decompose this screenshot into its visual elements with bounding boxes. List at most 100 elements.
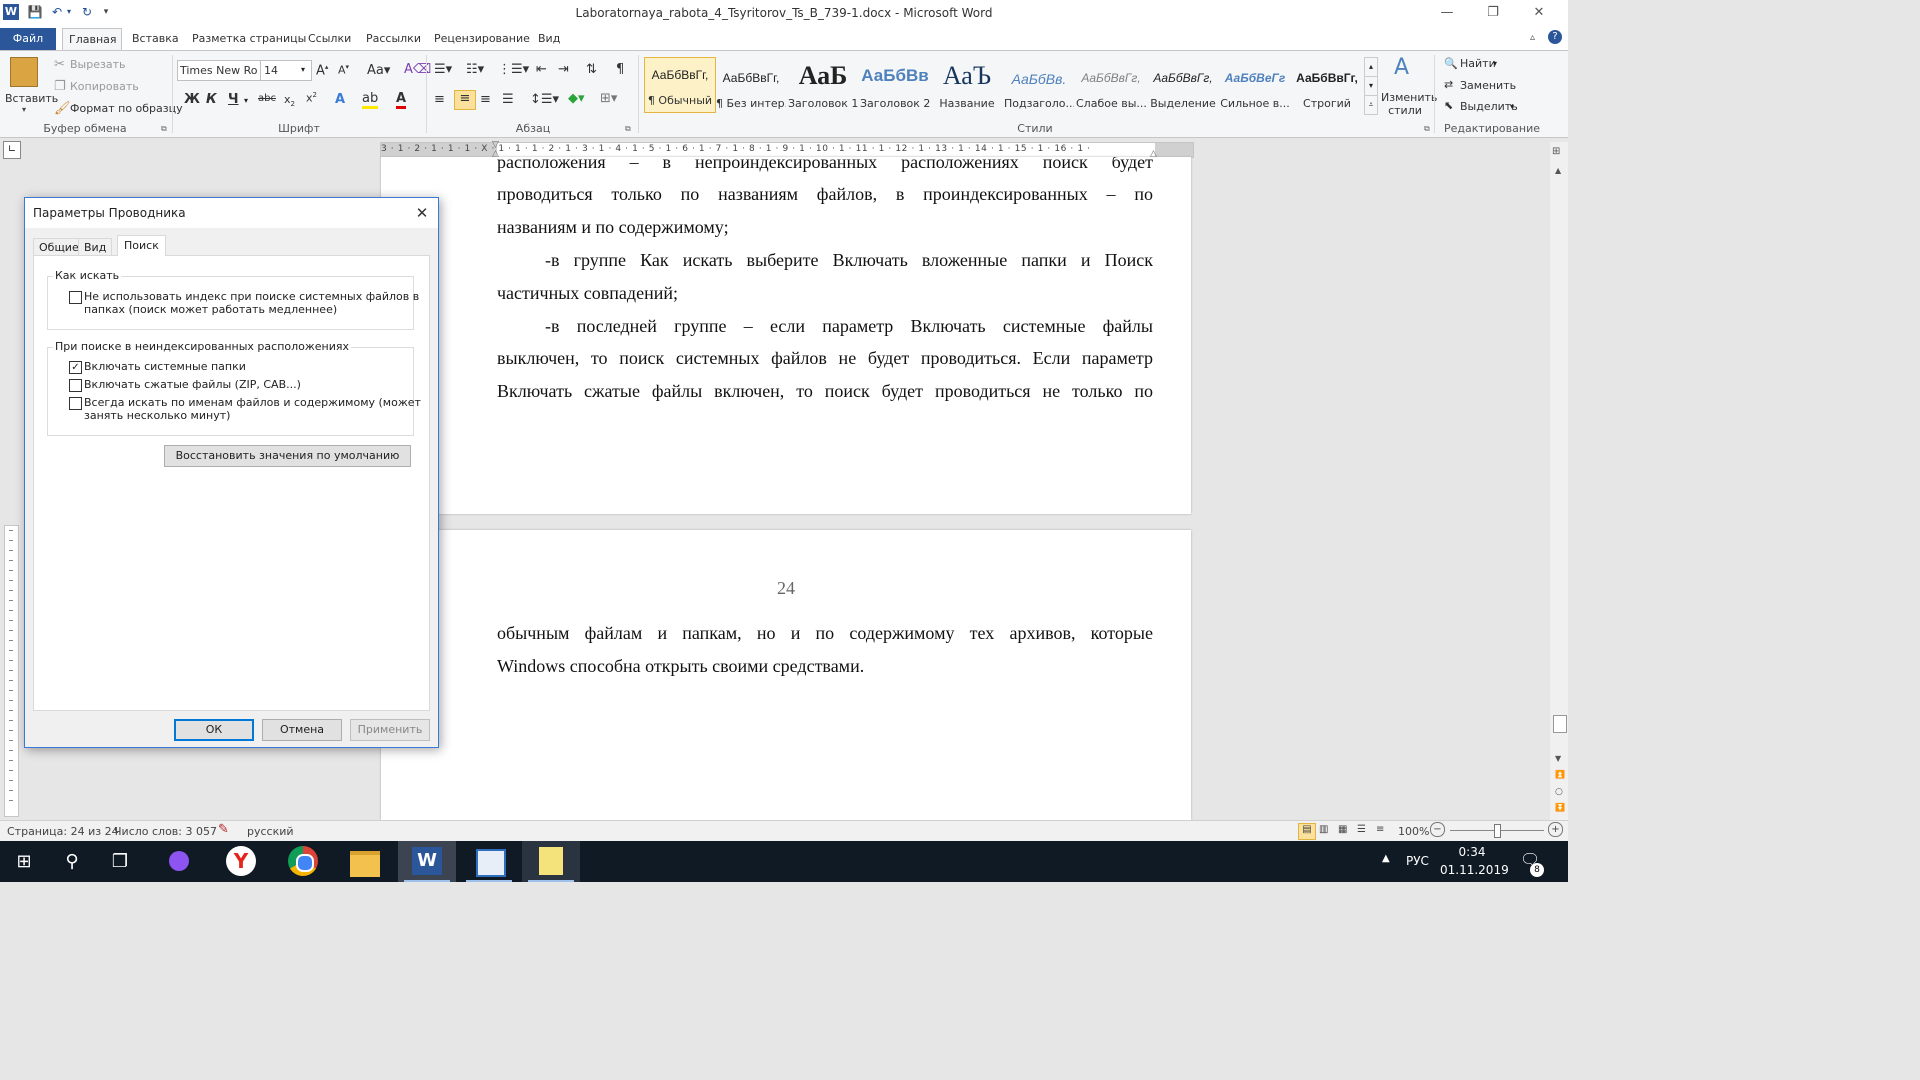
no-index-label[interactable]: Не использовать индекс при поиске систем… [84,290,419,303]
ok-button[interactable]: ОК [174,719,254,741]
always-search-contents-label[interactable]: Всегда искать по именам файлов и содержи… [84,396,421,409]
tab-page-layout[interactable]: Разметка страницы [186,28,312,50]
alice-assistant-icon[interactable] [150,841,208,882]
tab-view[interactable]: Вид [78,238,113,256]
increase-indent-icon[interactable]: ⇥ [558,62,569,77]
tab-view[interactable]: Вид [532,28,566,50]
search-icon[interactable]: ⚲ [48,841,96,882]
zoom-level[interactable]: 100% [1398,825,1429,838]
no-index-label-continued[interactable]: папках (поиск может работать медленнее) [84,303,337,316]
web-layout-view-icon[interactable]: ▦ [1338,824,1347,835]
underline-icon[interactable]: Ч [228,92,239,107]
no-index-checkbox[interactable] [69,291,82,304]
zoom-slider-thumb[interactable] [1494,824,1501,838]
find-dropdown-icon[interactable]: ▾ [1493,59,1497,68]
paste-dropdown-icon[interactable]: ▾ [22,105,26,114]
style-heading-1[interactable]: АаБ Заголовок 1 [788,61,858,115]
always-search-contents-checkbox[interactable] [69,397,82,410]
task-view-icon[interactable]: ❐ [96,841,144,882]
paragraph-launcher-icon[interactable]: ⧉ [625,124,631,134]
paste-icon[interactable] [10,57,38,87]
font-family-select[interactable]: Times New Ro [177,60,261,81]
language-status[interactable]: русский [247,825,294,838]
tab-mailings[interactable]: Рассылки [360,28,427,50]
tab-home[interactable]: Главная [62,28,122,51]
proofing-icon[interactable]: ✎ [218,822,229,837]
restore-defaults-button[interactable]: Восстановить значения по умолчанию [164,445,411,467]
change-case-icon[interactable]: Aa▾ [367,63,390,78]
photos-icon[interactable] [460,841,518,882]
always-search-contents-label-continued[interactable]: занять несколько минут) [84,409,230,422]
styles-scroll-down-icon[interactable]: ▾ [1364,76,1378,96]
vertical-ruler[interactable] [4,525,19,817]
show-marks-icon[interactable]: ¶ [616,62,624,77]
style-emphasis[interactable]: АаБбВвГг, Выделение [1148,61,1218,115]
strikethrough-icon[interactable]: abc [258,93,276,104]
outline-view-icon[interactable]: ☰ [1357,824,1366,835]
minimize-button[interactable]: — [1424,0,1470,26]
print-layout-view-icon[interactable]: ▤ [1298,823,1316,840]
align-right-icon[interactable]: ≡ [480,92,491,107]
line-spacing-icon[interactable]: ↕☰▾ [530,92,559,107]
clear-formatting-icon[interactable]: A⌫ [404,62,431,77]
system-folders-checkbox[interactable]: ✓ [69,361,82,374]
ruler-toggle-icon[interactable]: ⊞ [1552,146,1560,157]
horizontal-ruler[interactable]: 3 · 1 · 2 · 1 · 1 · 1 · X · 1 · 1 · 1 · … [380,140,1194,159]
copy-button[interactable]: Копировать [70,80,139,93]
chrome-icon[interactable] [274,841,332,882]
apply-button[interactable]: Применить [350,719,430,741]
style-normal[interactable]: АаБбВвГг, ¶ Обычный [644,57,716,113]
show-hidden-icons-icon[interactable]: ▲ [1382,853,1390,864]
style-subtle-emphasis[interactable]: АаБбВвГг, Слабое вы... [1076,61,1146,115]
document-page[interactable]: расположения – в непроиндексированных ра… [381,157,1191,514]
draft-view-icon[interactable]: ≡ [1376,824,1384,835]
shrink-font-icon[interactable]: A▾ [338,63,349,77]
previous-page-icon[interactable]: ⏫ [1555,770,1565,779]
browse-object-icon[interactable]: ○ [1555,787,1563,797]
compressed-files-checkbox[interactable] [69,379,82,392]
text-effects-icon[interactable]: A [335,92,345,107]
align-left-icon[interactable]: ≡ [434,92,445,107]
yandex-browser-icon[interactable]: Y [212,841,270,882]
style-heading-2[interactable]: АаБбВв Заголовок 2 [860,61,930,115]
paste-button[interactable]: Вставить [5,92,58,105]
page-count-status[interactable]: Страница: 24 из 24 [7,825,119,838]
clipboard-launcher-icon[interactable]: ⧉ [161,124,167,134]
scroll-thumb[interactable] [1553,715,1567,733]
vertical-scrollbar[interactable]: ⊞ ▲ ▼ ⏫ ○ ⏬ [1550,142,1568,820]
restore-button[interactable]: ❐ [1470,0,1516,26]
help-icon[interactable]: ? [1548,30,1562,44]
file-explorer-icon[interactable] [336,841,394,882]
cut-button[interactable]: Вырезать [70,58,125,71]
shading-icon[interactable]: ◆▾ [568,91,585,106]
word-count-status[interactable]: Число слов: 3 057 [114,825,217,838]
sort-icon[interactable]: ⇅ [586,62,597,77]
align-center-icon[interactable]: ≡ [454,90,476,110]
multilevel-list-icon[interactable]: ⋮☰▾ [498,62,529,77]
start-icon[interactable]: ⊞ [0,841,48,882]
tab-insert[interactable]: Вставка [126,28,185,50]
superscript-icon[interactable]: x2 [306,91,317,105]
select-dropdown-icon[interactable]: ▾ [1510,102,1514,111]
input-language[interactable]: РУС [1406,854,1429,868]
italic-icon[interactable]: К [206,92,217,107]
highlight-icon[interactable]: ab [362,91,379,109]
find-button[interactable]: Найти [1460,57,1496,70]
borders-icon[interactable]: ⊞▾ [600,91,617,106]
cancel-button[interactable]: Отмена [262,719,342,741]
style-intense-emphasis[interactable]: АаБбВеГг Сильное в... [1220,61,1290,115]
word-taskbar-icon[interactable]: W [398,841,456,882]
tab-references[interactable]: Ссылки [302,28,357,50]
styles-more-icon[interactable]: ⩡ [1364,95,1378,115]
change-styles-button[interactable]: Изменить стили [1381,91,1437,117]
collapse-ribbon-icon[interactable]: ▵ [1530,32,1535,43]
clock-date[interactable]: 01.11.2019 [1440,863,1509,877]
tab-search[interactable]: Поиск [117,235,166,256]
close-window-button[interactable]: ✕ [1516,0,1562,26]
full-screen-view-icon[interactable]: ▥ [1319,824,1328,835]
style-title[interactable]: АаЪ Название [932,61,1002,115]
tab-general[interactable]: Общие [33,238,85,256]
system-folders-label[interactable]: Включать системные папки [84,360,246,373]
styles-scroll-up-icon[interactable]: ▴ [1364,57,1378,77]
bullets-icon[interactable]: ☰▾ [434,62,452,77]
